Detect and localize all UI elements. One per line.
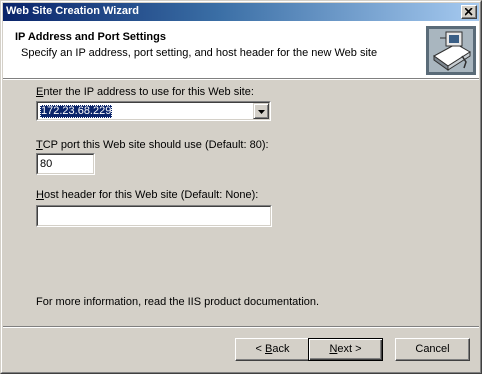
wizard-window: Web Site Creation Wizard IP Address and … (0, 0, 482, 374)
wizard-header: IP Address and Port Settings Specify an … (3, 21, 479, 78)
next-button[interactable]: Next > (308, 338, 383, 361)
tcp-port-value: 80 (40, 158, 53, 170)
page-subtitle: Specify an IP address, port setting, and… (21, 47, 378, 59)
footer-divider (3, 326, 479, 328)
chevron-down-icon (258, 110, 265, 114)
cancel-button[interactable]: Cancel (395, 338, 470, 361)
ip-address-value: 172.23.68.229 (40, 105, 113, 118)
tcp-port-input[interactable]: 80 (36, 153, 95, 175)
window-title: Web Site Creation Wizard (6, 5, 139, 17)
ip-address-dropdown[interactable]: 172.23.68.229 (36, 101, 271, 121)
back-button[interactable]: < Back (235, 338, 310, 361)
ip-address-dropdown-button[interactable] (253, 103, 269, 119)
host-header-label: Host header for this Web site (Default: … (36, 189, 259, 201)
ip-address-label: Enter the IP address to use for this Web… (36, 86, 254, 98)
title-bar[interactable]: Web Site Creation Wizard (3, 3, 479, 21)
host-header-input[interactable] (36, 205, 272, 227)
close-icon (465, 8, 473, 16)
wizard-icon (426, 26, 476, 75)
tcp-port-label: TCP port this Web site should use (Defau… (36, 139, 269, 151)
close-button[interactable] (461, 5, 477, 19)
page-title: IP Address and Port Settings (15, 31, 166, 43)
header-divider (3, 78, 479, 80)
info-text: For more information, read the IIS produ… (36, 296, 320, 308)
